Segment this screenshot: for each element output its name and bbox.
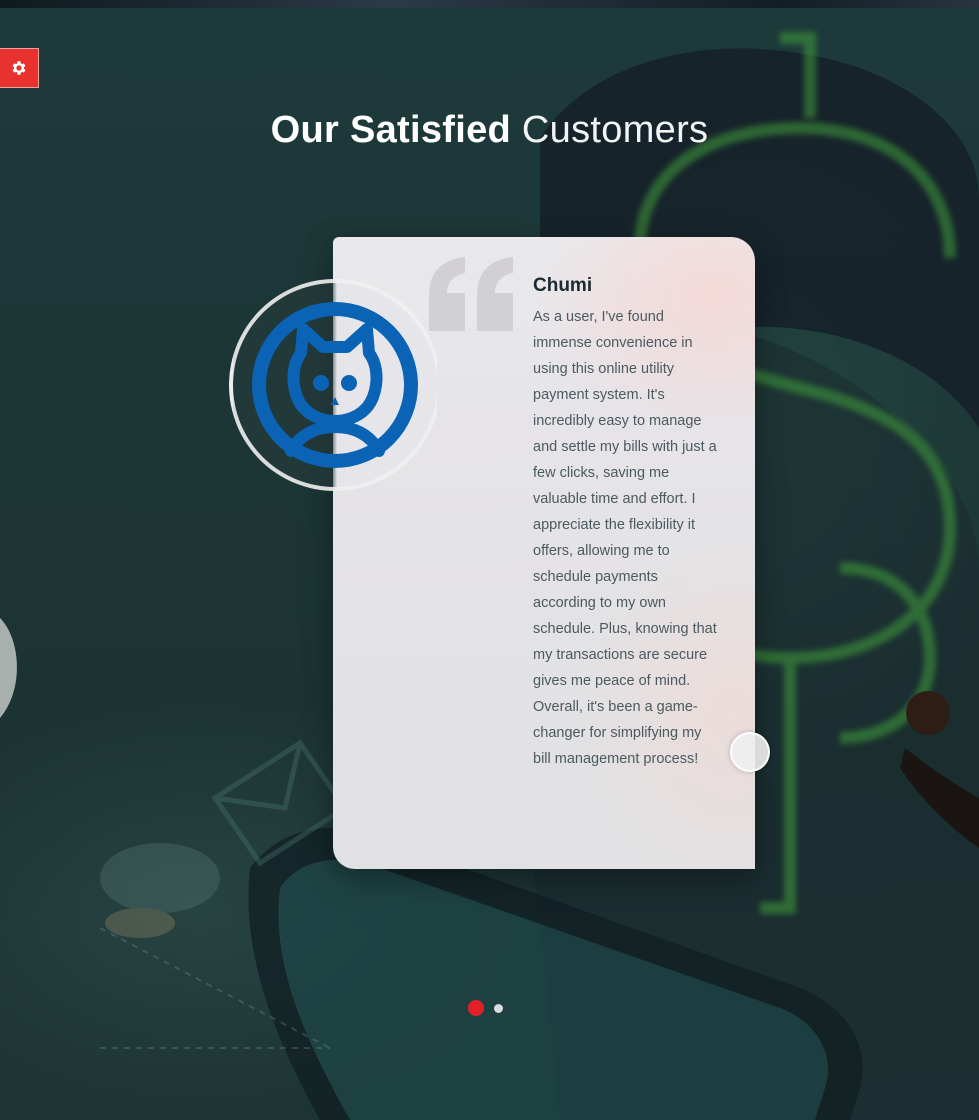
gear-icon: [12, 61, 26, 75]
testimonial-text: As a user, I've found immense convenienc…: [533, 309, 717, 767]
cat-avatar-icon: [252, 302, 418, 468]
top-strip: [0, 0, 979, 8]
testimonial-avatar: [229, 279, 441, 491]
section-title-light: Customers: [521, 109, 709, 151]
settings-button[interactable]: [0, 48, 39, 88]
testimonial-name: Chumi: [533, 275, 593, 296]
slider-handle[interactable]: [730, 732, 770, 772]
carousel-dot-1[interactable]: [468, 1000, 484, 1016]
left-partial-card: [0, 618, 17, 718]
carousel-dot-2[interactable]: [494, 1003, 503, 1013]
quote-icon: [429, 257, 513, 331]
section-title: Our Satisfied Customers: [0, 104, 979, 156]
faint-cloud-shape: [100, 843, 220, 938]
section-title-bold: Our Satisfied: [270, 109, 512, 151]
carousel-pagination: [468, 1000, 503, 1016]
